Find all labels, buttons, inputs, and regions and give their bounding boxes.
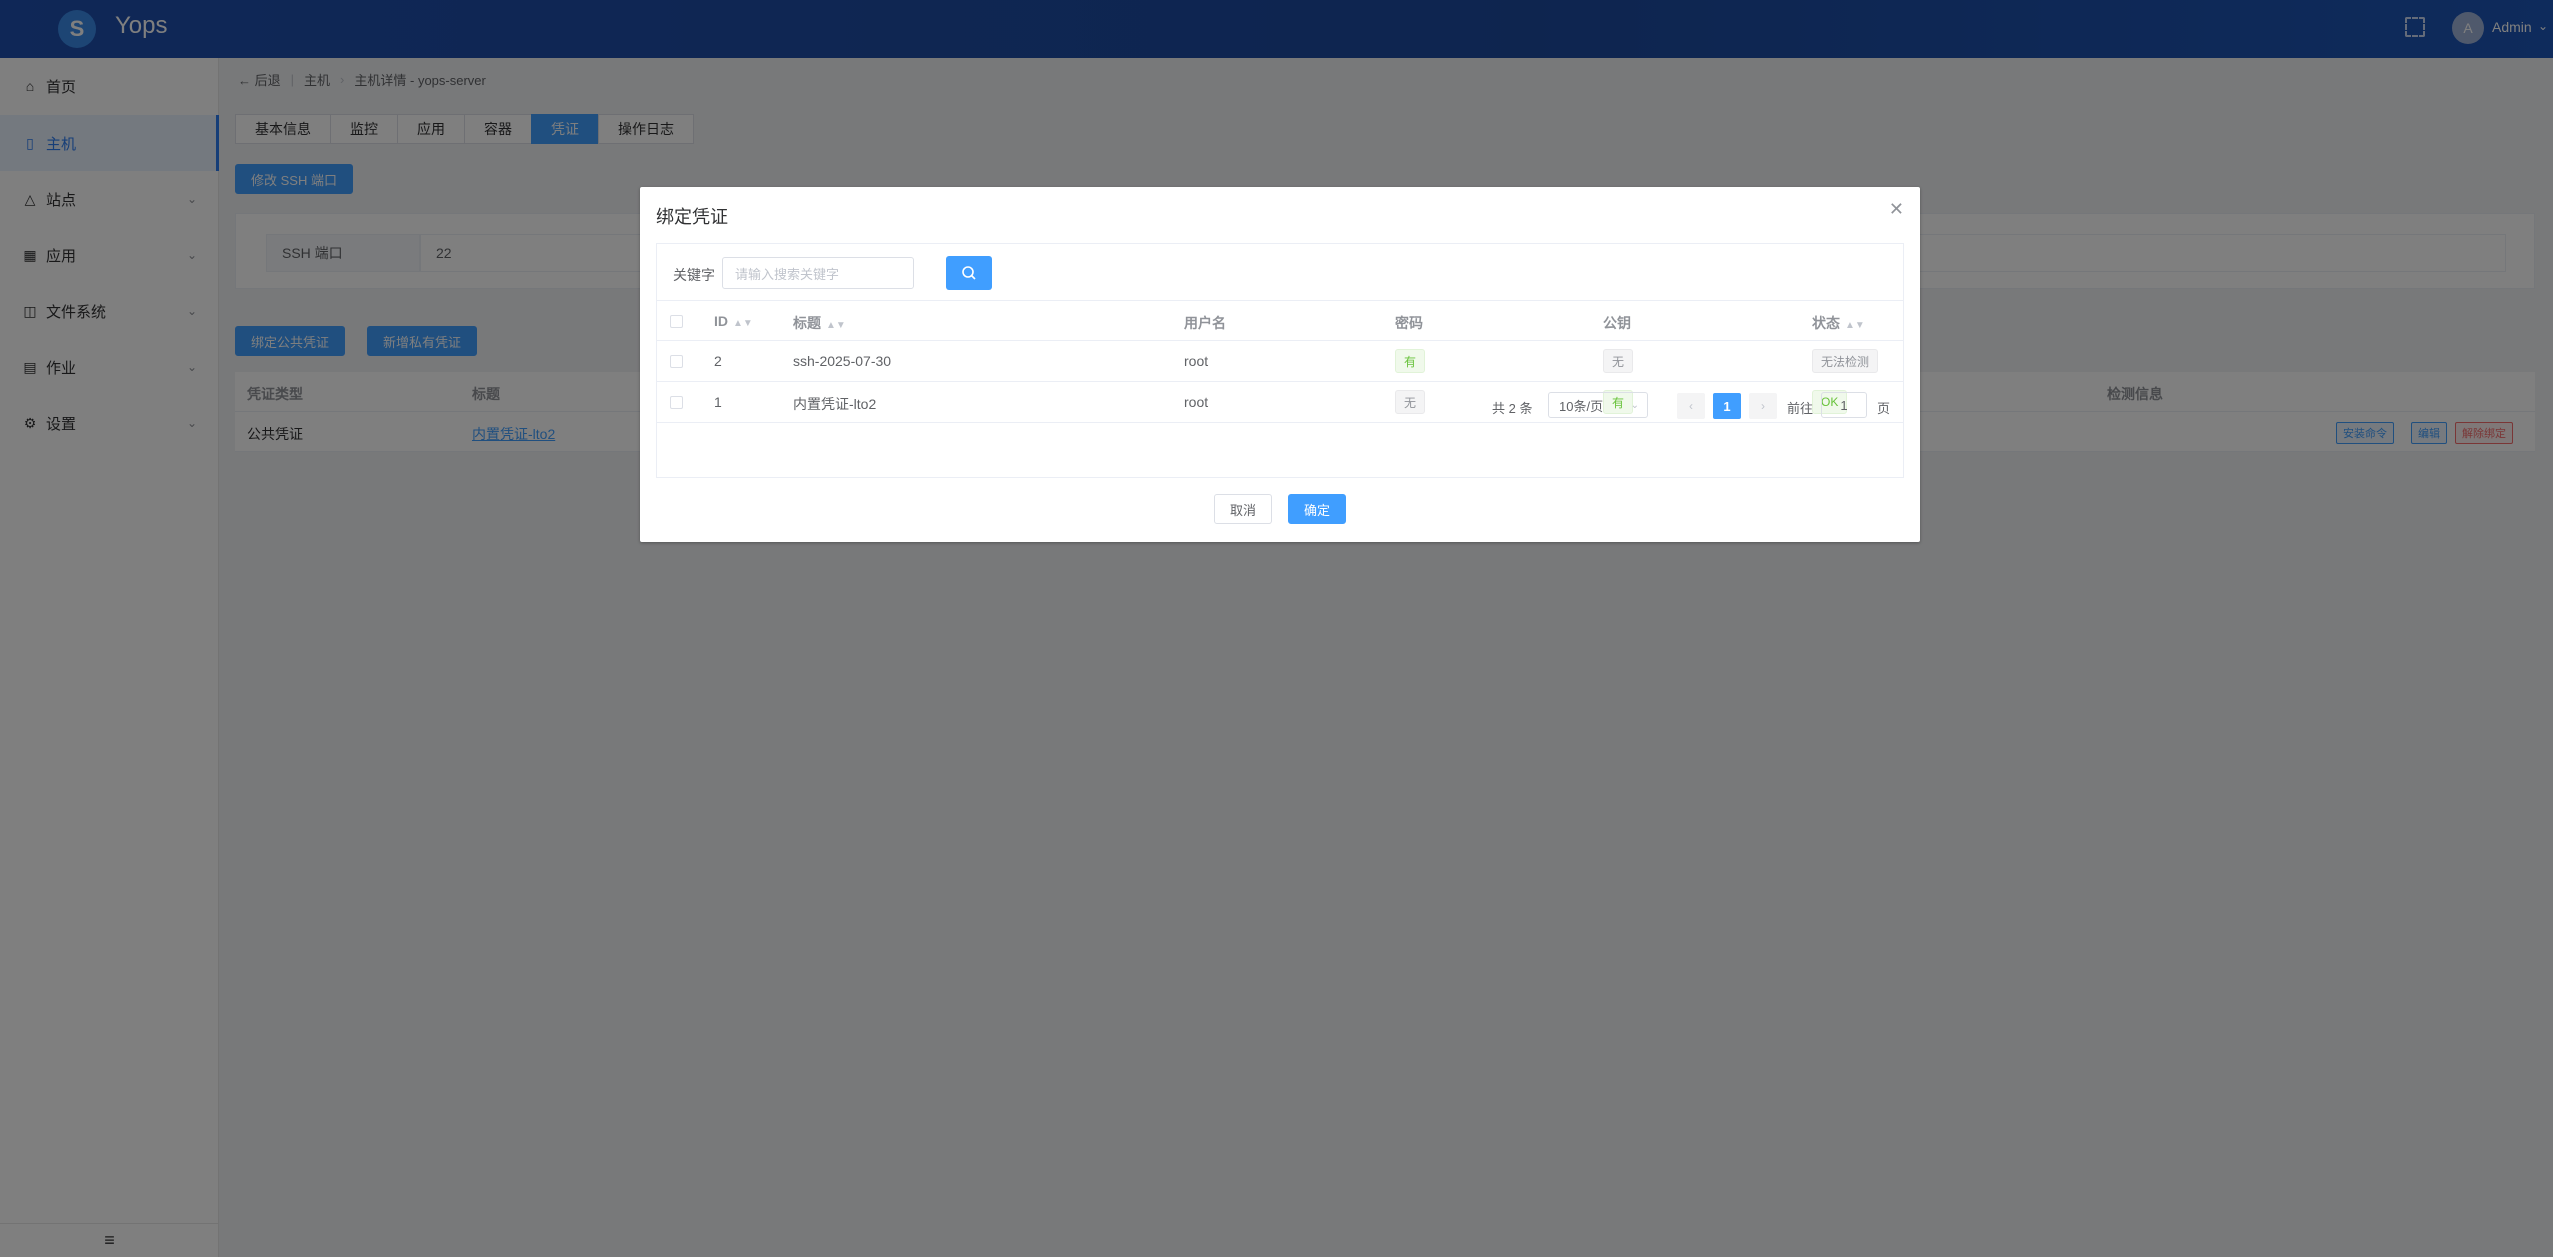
column-header-public-key: 公钥 <box>1603 315 1631 331</box>
keyword-search-input[interactable]: 请输入搜索关键字 <box>722 257 914 289</box>
table-row[interactable]: 2 ssh-2025-07-30 root 有 无 无法检测 <box>657 341 1903 382</box>
search-button[interactable] <box>946 256 992 290</box>
sort-icon: ▲▼ <box>1845 320 1865 331</box>
goto-label: 前往 <box>1787 401 1814 416</box>
column-header-title[interactable]: 标题 ▲▼ <box>793 313 846 333</box>
bind-credential-dialog: 绑定凭证 ✕ 关键字 请输入搜索关键字 ID ▲▼ 标题 ▲▼ 用户名 密码 公钥 … <box>640 187 1920 542</box>
table-header: ID ▲▼ 标题 ▲▼ 用户名 密码 公钥 状态 ▲▼ <box>657 300 1903 341</box>
column-header-password: 密码 <box>1395 315 1423 331</box>
column-header-id[interactable]: ID ▲▼ <box>714 313 753 329</box>
dialog-body: 关键字 请输入搜索关键字 ID ▲▼ 标题 ▲▼ 用户名 密码 公钥 状态 ▲▼ 2 … <box>656 243 1904 478</box>
close-icon[interactable]: ✕ <box>1889 199 1904 220</box>
keyword-label: 关键字 <box>673 267 715 283</box>
page-size-select[interactable]: 10条/页 ⌄ <box>1548 392 1648 418</box>
row-checkbox[interactable] <box>670 355 683 368</box>
cell-username: root <box>1184 353 1209 369</box>
confirm-button[interactable]: 确定 <box>1288 494 1347 524</box>
goto-page-input[interactable]: 1 <box>1821 392 1867 418</box>
prev-page-button[interactable]: ‹ <box>1677 393 1705 419</box>
dialog-title: 绑定凭证 <box>656 207 728 227</box>
status-badge: 无法检测 <box>1812 349 1879 373</box>
select-all-checkbox[interactable] <box>670 315 683 328</box>
password-badge: 有 <box>1395 349 1426 373</box>
chevron-down-icon: ⌄ <box>1630 399 1639 411</box>
pagination-total: 共 2 条 <box>1492 401 1533 416</box>
column-header-status[interactable]: 状态 ▲▼ <box>1812 313 1865 333</box>
cell-title: ssh-2025-07-30 <box>793 353 892 369</box>
public-key-badge: 无 <box>1603 349 1634 373</box>
page-number-current[interactable]: 1 <box>1713 393 1741 419</box>
sort-icon: ▲▼ <box>733 318 753 329</box>
page-suffix: 页 <box>1877 401 1891 416</box>
next-page-button[interactable]: › <box>1749 393 1777 419</box>
sort-icon: ▲▼ <box>826 320 846 331</box>
search-icon <box>962 266 976 280</box>
pagination: 共 2 条 10条/页 ⌄ ‹ 1 › 前往 1 页 <box>657 384 1903 426</box>
cell-id: 2 <box>714 353 722 369</box>
dialog-footer: 取消 确定 <box>640 494 1920 524</box>
cancel-button[interactable]: 取消 <box>1213 494 1272 524</box>
column-header-username: 用户名 <box>1184 315 1226 331</box>
